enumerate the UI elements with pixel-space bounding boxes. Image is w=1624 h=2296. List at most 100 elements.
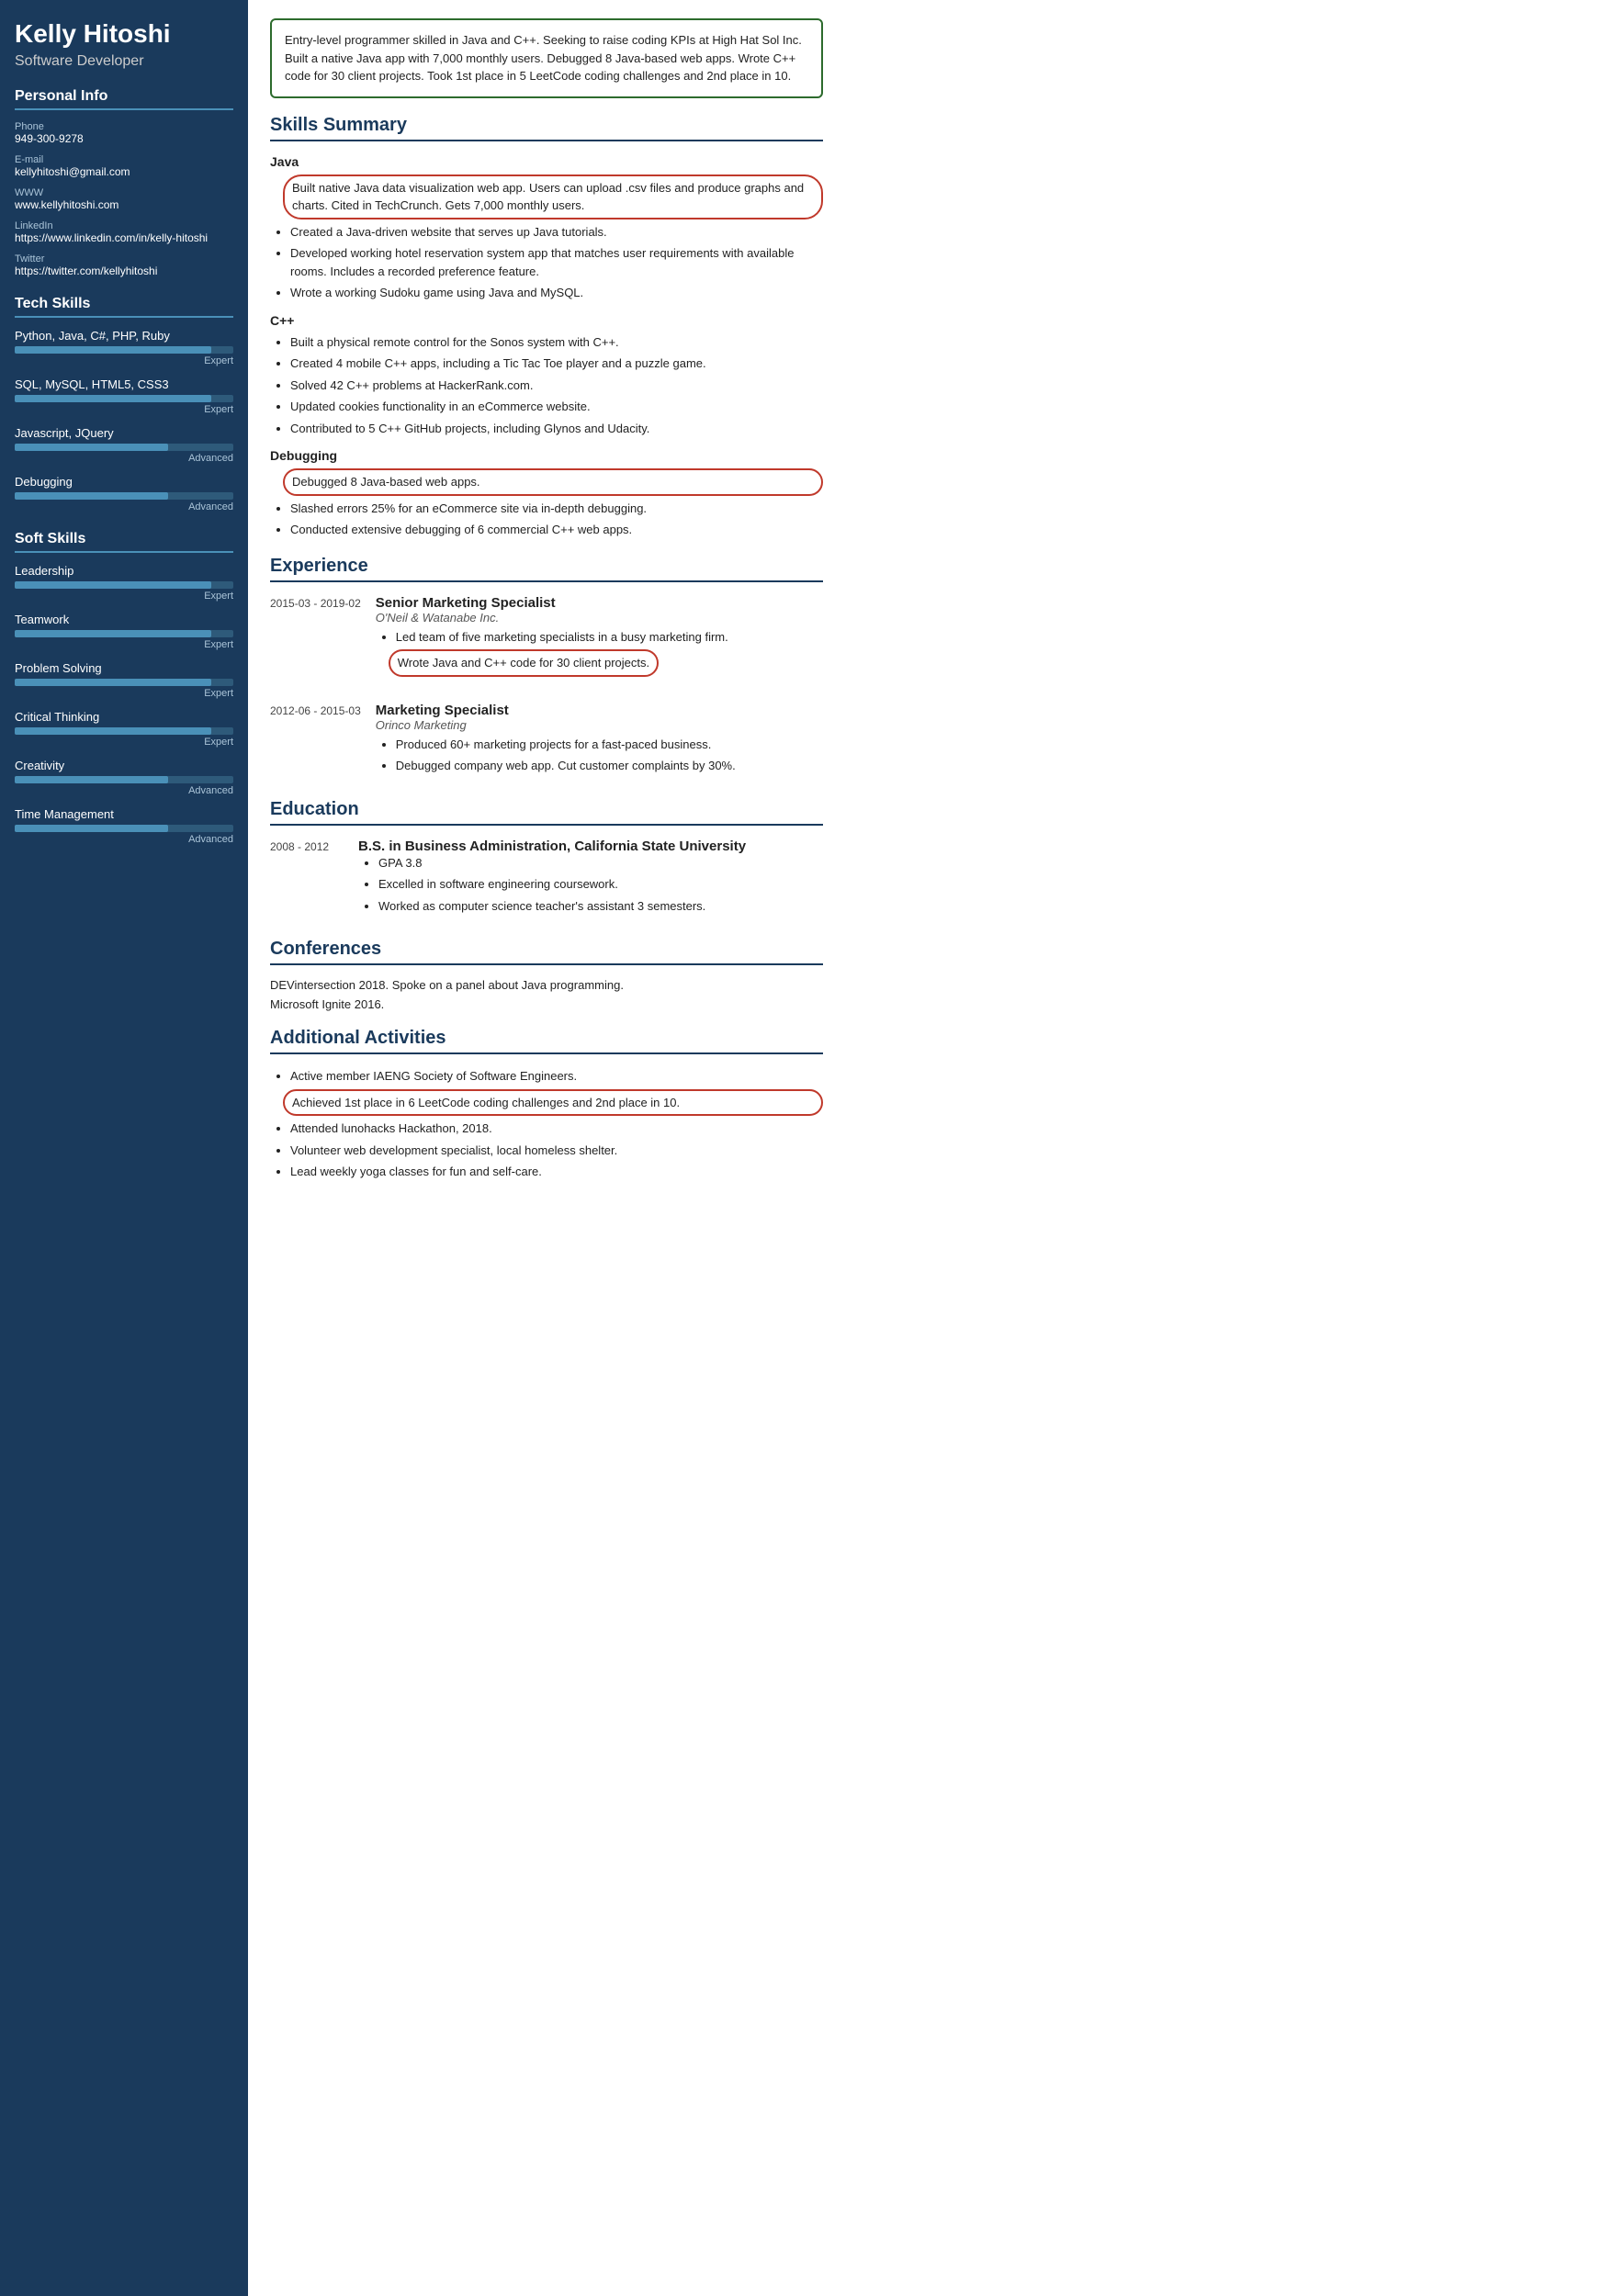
skill-level: Advanced [15,834,233,845]
soft-skill-item: Time Management Advanced [15,807,233,845]
info-value: kellyhitoshi@gmail.com [15,165,233,178]
info-value: https://www.linkedin.com/in/kelly-hitosh… [15,231,233,244]
bullet-item: Volunteer web development specialist, lo… [290,1142,823,1160]
skill-bar-fill [15,776,168,783]
skill-name: SQL, MySQL, HTML5, CSS3 [15,377,233,391]
skill-name: Time Management [15,807,233,821]
tech-skill-item: Debugging Advanced [15,475,233,512]
skill-group-title: C++ [270,313,823,328]
soft-skills-title: Soft Skills [15,531,233,553]
entry-title: Senior Marketing Specialist [376,595,823,611]
soft-skills-list: Leadership Expert Teamwork Expert Proble… [15,564,233,845]
skill-bar-fill [15,679,211,686]
bullet-item: Produced 60+ marketing projects for a fa… [396,736,823,754]
skill-bar-bg [15,776,233,783]
skill-name: Teamwork [15,613,233,626]
candidate-title: Software Developer [15,53,233,70]
bullet-item: Attended lunohacks Hackathon, 2018. [290,1120,823,1138]
personal-info-item: E-mailkellyhitoshi@gmail.com [15,154,233,178]
entry-subtitle: Orinco Marketing [376,718,823,732]
conferences-title: Conferences [270,939,823,965]
info-label: WWW [15,187,233,198]
bullet-item: GPA 3.8 [378,854,823,872]
entry-content: Marketing SpecialistOrinco MarketingProd… [376,703,823,782]
soft-skill-item: Problem Solving Expert [15,661,233,699]
bullet-item: Wrote a working Sudoku game using Java a… [290,284,823,302]
info-label: Twitter [15,253,233,264]
skill-level: Expert [15,639,233,650]
bullet-item: Led team of five marketing specialists i… [396,628,823,647]
additional-title: Additional Activities [270,1028,823,1054]
entry-bullets: GPA 3.8 Excelled in software engineering … [358,854,823,916]
skill-bar-fill [15,727,211,735]
bullet-item: Achieved 1st place in 6 LeetCode coding … [283,1089,823,1117]
skill-bar-bg [15,679,233,686]
bullet-item: Excelled in software engineering coursew… [378,875,823,894]
entry-content: Senior Marketing SpecialistO'Neil & Wata… [376,595,823,688]
skill-bar-bg [15,825,233,832]
skill-name: Critical Thinking [15,710,233,724]
entry-bullets: Led team of five marketing specialists i… [376,628,823,681]
entry-content: B.S. in Business Administration, Califor… [358,838,823,923]
summary-box: Entry-level programmer skilled in Java a… [270,18,823,98]
skill-bar-bg [15,630,233,637]
info-label: LinkedIn [15,220,233,231]
skill-bar-fill [15,492,168,500]
personal-info-fields: Phone949-300-9278 E-mailkellyhitoshi@gmai… [15,121,233,277]
skill-bar-fill [15,581,211,589]
skill-bar-fill [15,346,211,354]
info-label: Phone [15,121,233,132]
skills-summary-content: Java Built native Java data visualization… [270,154,823,539]
skill-group-title: Debugging [270,448,823,463]
entry-date: 2008 - 2012 [270,838,344,923]
entry-date: 2015-03 - 2019-02 [270,595,361,688]
personal-info-item: Phone949-300-9278 [15,121,233,145]
skill-bar-bg [15,581,233,589]
skills-summary-title: Skills Summary [270,115,823,141]
skill-name: Javascript, JQuery [15,426,233,440]
skill-level: Advanced [15,501,233,512]
bullet-item: Worked as computer science teacher's ass… [378,897,823,916]
additional-content: Active member IAENG Society of Software … [270,1067,823,1181]
experience-title: Experience [270,556,823,582]
bullet-item: Contributed to 5 C++ GitHub projects, in… [290,420,823,438]
skill-level: Advanced [15,453,233,464]
skill-level: Expert [15,591,233,602]
bullet-item: Debugged company web app. Cut customer c… [396,757,823,775]
bullet-item: Debugged 8 Java-based web apps. [283,468,823,496]
tech-skill-item: SQL, MySQL, HTML5, CSS3 Expert [15,377,233,415]
tech-skill-item: Python, Java, C#, PHP, Ruby Expert [15,329,233,366]
bullet-item: Built a physical remote control for the … [290,333,823,352]
skill-bar-fill [15,630,211,637]
skill-bar-bg [15,492,233,500]
experience-content: 2015-03 - 2019-02Senior Marketing Specia… [270,595,823,782]
bullet-item: Created 4 mobile C++ apps, including a T… [290,355,823,373]
skill-name: Problem Solving [15,661,233,675]
skill-name: Python, Java, C#, PHP, Ruby [15,329,233,343]
bullet-item: Developed working hotel reservation syst… [290,244,823,280]
entry-bullets: Produced 60+ marketing projects for a fa… [376,736,823,775]
bullet-item: Slashed errors 25% for an eCommerce site… [290,500,823,518]
soft-skill-item: Teamwork Expert [15,613,233,650]
personal-info-item: LinkedInhttps://www.linkedin.com/in/kell… [15,220,233,244]
skill-bar-fill [15,395,211,402]
bullet-item: Built native Java data visualization web… [283,174,823,219]
bullet-item: Created a Java-driven website that serve… [290,223,823,242]
conference-item: DEVintersection 2018. Spoke on a panel a… [270,978,823,992]
additional-bullets: Active member IAENG Society of Software … [270,1067,823,1181]
skill-group-bullets: Built native Java data visualization web… [270,174,823,302]
info-value: www.kellyhitoshi.com [15,198,233,211]
skill-level: Expert [15,355,233,366]
skill-level: Expert [15,404,233,415]
bullet-item: Wrote Java and C++ code for 30 client pr… [389,649,659,677]
skill-level: Advanced [15,785,233,796]
skill-group-bullets: Built a physical remote control for the … [270,333,823,438]
soft-skill-item: Leadership Expert [15,564,233,602]
tech-skill-item: Javascript, JQuery Advanced [15,426,233,464]
skill-name: Debugging [15,475,233,489]
bullet-item: Conducted extensive debugging of 6 comme… [290,521,823,539]
conferences-content: DEVintersection 2018. Spoke on a panel a… [270,978,823,1011]
education-title: Education [270,799,823,826]
skill-bar-bg [15,395,233,402]
skill-group-title: Java [270,154,823,169]
